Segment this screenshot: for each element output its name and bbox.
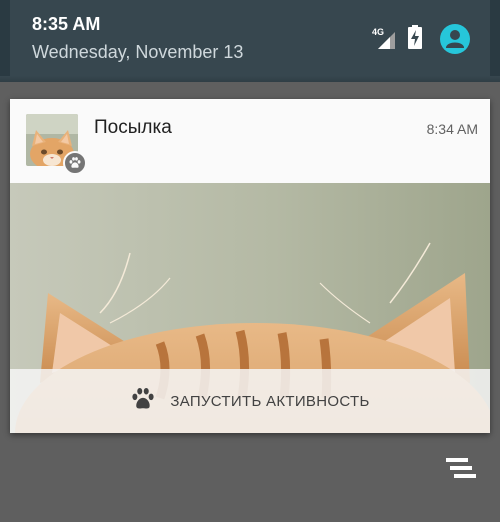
account-icon[interactable]	[440, 24, 470, 54]
header-edge	[490, 0, 500, 82]
notification-time: 8:34 AM	[426, 121, 478, 137]
paw-icon	[63, 151, 87, 175]
clock-time: 8:35 AM	[32, 14, 101, 34]
header-edge	[0, 0, 10, 82]
date-label[interactable]: Wednesday, November 13	[32, 42, 243, 63]
notification-title: Посылка	[94, 117, 172, 138]
status-icons: 4G	[372, 24, 470, 54]
action-label: ЗАПУСТИТЬ АКТИВНОСТЬ	[170, 392, 370, 410]
battery-charging-icon	[408, 24, 422, 54]
notification-card[interactable]: Посылка 8:34 AM ЗАПУСТИТЬ АКТИВНОСТЬ	[10, 99, 490, 433]
notification-shade-header[interactable]: 8:35 AM Wednesday, November 13 4G	[0, 0, 500, 82]
clear-all-icon[interactable]	[446, 455, 480, 485]
notification-header[interactable]: Посылка 8:34 AM	[10, 99, 490, 183]
paw-icon	[130, 386, 156, 417]
header-divider	[0, 76, 500, 82]
launch-activity-button[interactable]: ЗАПУСТИТЬ АКТИВНОСТЬ	[10, 369, 490, 433]
signal-icon: 4G	[372, 27, 398, 51]
